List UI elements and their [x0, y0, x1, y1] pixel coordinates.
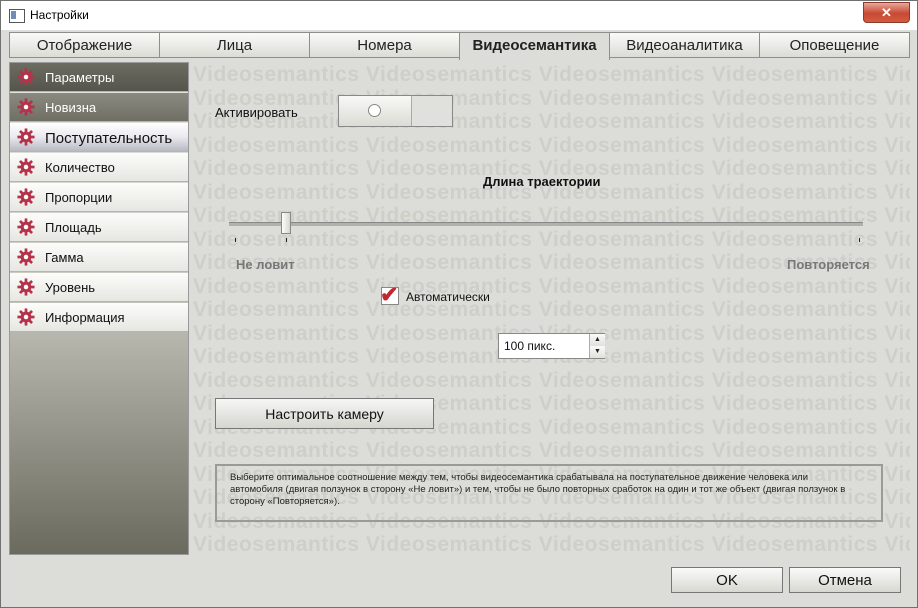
trajectory-length-spinbox[interactable]: 100 пикс. ▲ ▼ — [498, 333, 605, 359]
title-bar: Настройки ✕ — [1, 1, 917, 30]
slider-min-label: Не ловит — [236, 257, 295, 272]
slider-track[interactable] — [229, 222, 863, 226]
watermark-row: Videosemantics Videosemantics Videoseman… — [193, 368, 910, 392]
watermark-row: Videosemantics Videosemantics Videoseman… — [193, 110, 910, 133]
slider-tick — [286, 238, 287, 242]
sidebar-item-translation[interactable]: Поступательность — [10, 123, 188, 152]
close-button[interactable]: ✕ — [863, 2, 910, 23]
sidebar-item-label: Поступательность — [45, 130, 173, 147]
tab-videoanalytics[interactable]: Видеоаналитика — [609, 32, 760, 58]
cancel-button[interactable]: Отмена — [789, 567, 901, 593]
watermark-row: Videosemantics Videosemantics Videoseman… — [193, 533, 910, 555]
sidebar-item-label: Новизна — [45, 100, 97, 115]
activate-toggle[interactable] — [338, 95, 453, 127]
sidebar: Параметры Новизна Поступательность Колич… — [9, 62, 189, 555]
ok-button[interactable]: OK — [671, 567, 783, 593]
spin-down-button[interactable]: ▼ — [590, 346, 605, 358]
gear-icon — [17, 98, 35, 116]
circle-icon — [368, 104, 381, 117]
slider-tick — [235, 238, 236, 242]
gear-icon — [17, 248, 35, 266]
help-text: Выберите оптимальное соотношение между т… — [230, 472, 846, 507]
watermark-row: Videosemantics Videosemantics Videoseman… — [193, 439, 910, 462]
help-box: Выберите оптимальное соотношение между т… — [215, 464, 883, 522]
slider-tick — [859, 238, 860, 242]
tab-faces[interactable]: Лица — [159, 32, 310, 58]
sidebar-item-label: Уровень — [45, 280, 96, 295]
tab-notifications[interactable]: Оповещение — [759, 32, 910, 58]
watermark-row: Videosemantics Videosemantics Videoseman… — [193, 298, 910, 321]
spinbox-value[interactable]: 100 пикс. — [504, 339, 555, 353]
slider-max-label: Повторяется — [787, 257, 870, 272]
sidebar-item-label: Площадь — [45, 220, 102, 235]
watermark-row: Videosemantics Videosemantics Videoseman… — [193, 86, 910, 110]
gear-icon — [17, 218, 35, 236]
close-icon: ✕ — [881, 5, 892, 20]
sidebar-item-label: Гамма — [45, 250, 84, 265]
tab-display[interactable]: Отображение — [9, 32, 160, 58]
watermark-row: Videosemantics Videosemantics Videoseman… — [193, 63, 910, 86]
tab-plates[interactable]: Номера — [309, 32, 460, 58]
tab-bar: Отображение Лица Номера Видеосемантика В… — [9, 32, 910, 60]
gear-icon — [17, 128, 35, 146]
arrow-up-icon: ▲ — [594, 336, 601, 343]
sidebar-item-quantity[interactable]: Количество — [10, 153, 188, 182]
settings-window: Настройки ✕ Отображение Лица Номера Виде… — [0, 0, 918, 608]
checkmark-icon: ✔ — [380, 282, 399, 307]
watermark-row: Videosemantics Videosemantics Videoseman… — [193, 133, 910, 157]
sidebar-item-label: Информация — [45, 310, 125, 325]
sidebar-item-label: Параметры — [45, 70, 115, 85]
sidebar-item-proportions[interactable]: Пропорции — [10, 183, 188, 212]
sidebar-item-parameters[interactable]: Параметры — [10, 63, 188, 92]
window-title: Настройки — [30, 8, 89, 22]
gear-icon — [17, 278, 35, 296]
sidebar-item-gamma[interactable]: Гамма — [10, 243, 188, 272]
arrow-down-icon: ▼ — [594, 348, 601, 355]
watermark-row: Videosemantics Videosemantics Videoseman… — [193, 274, 910, 298]
slider-thumb[interactable] — [281, 212, 292, 234]
toggle-knob — [339, 96, 412, 126]
spinbox-buttons: ▲ ▼ — [589, 334, 605, 358]
sidebar-item-information[interactable]: Информация — [10, 303, 188, 332]
sidebar-item-novelty[interactable]: Новизна — [10, 93, 188, 122]
gear-icon — [17, 158, 35, 176]
tab-videosemantics[interactable]: Видеосемантика — [459, 32, 610, 60]
sidebar-item-label: Пропорции — [45, 190, 113, 205]
sidebar-item-area[interactable]: Площадь — [10, 213, 188, 242]
gear-icon — [17, 188, 35, 206]
auto-checkbox-label[interactable]: Автоматически — [406, 290, 490, 304]
activate-label: Активировать — [215, 105, 298, 120]
trajectory-length-title: Длина траектории — [483, 174, 601, 189]
app-icon — [9, 9, 25, 23]
sidebar-item-label: Количество — [45, 160, 115, 175]
settings-panel: Videosemantics Videosemantics Videoseman… — [191, 62, 910, 555]
gear-icon — [17, 308, 35, 326]
setup-camera-button[interactable]: Настроить камеру — [215, 398, 434, 429]
dialog-footer: OK Отмена — [1, 557, 917, 607]
watermark-row: Videosemantics Videosemantics Videoseman… — [193, 227, 910, 251]
sidebar-item-level[interactable]: Уровень — [10, 273, 188, 302]
gear-icon — [17, 68, 35, 86]
auto-checkbox[interactable]: ✔ — [380, 282, 399, 307]
